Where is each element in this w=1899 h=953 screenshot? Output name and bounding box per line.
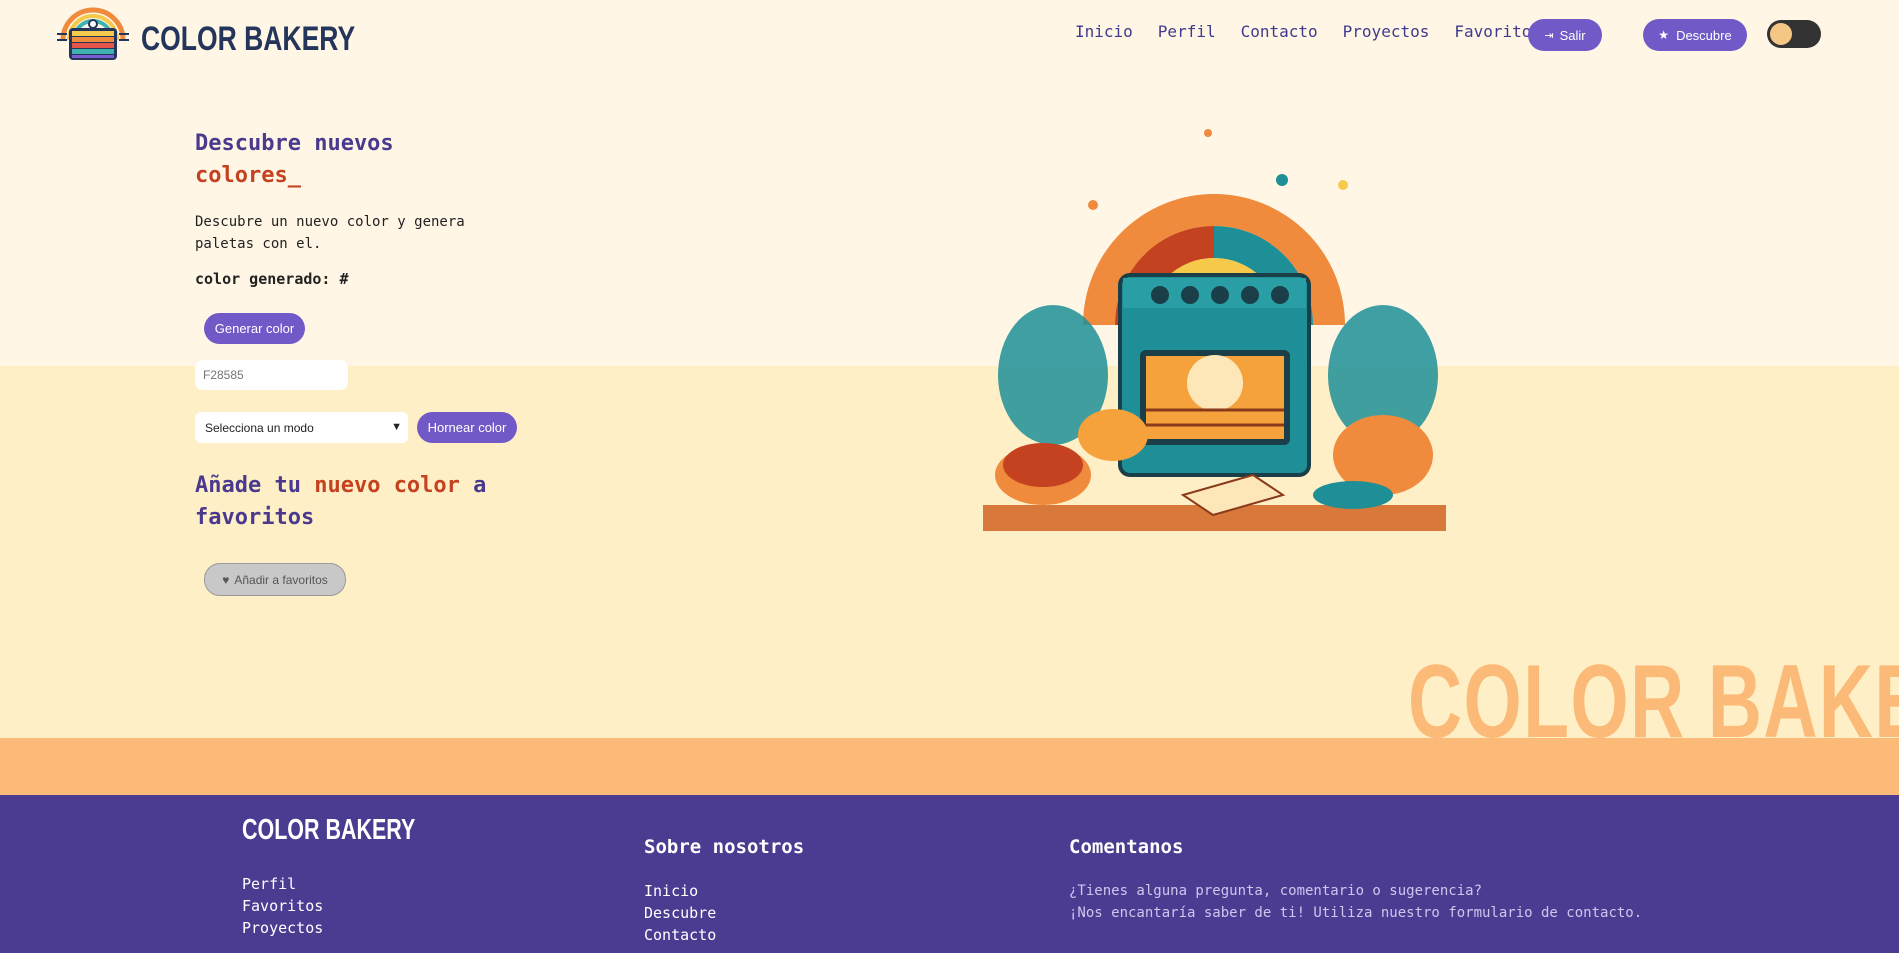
favorites-title-part1: Añade tu — [195, 473, 301, 498]
footer-brand-watermark: COLOR BAKERY — [1408, 644, 1899, 760]
hero-title-part2: colores_ — [195, 163, 301, 188]
footer-about-title: Sobre nosotros — [644, 836, 805, 858]
star-icon: ★ — [1658, 28, 1670, 42]
nav-link-inicio[interactable]: Inicio — [1075, 22, 1133, 41]
sign-out-icon: ⇥ — [1544, 29, 1554, 42]
discover-button[interactable]: ★ Descubre — [1643, 19, 1747, 51]
favorites-title-part2: nuevo color — [314, 473, 460, 498]
bakery-logo-icon — [57, 7, 129, 60]
footer-column-account: Perfil Favoritos Proyectos — [242, 873, 323, 939]
footer-comments-title: Comentanos — [1069, 836, 1184, 858]
main-nav: Inicio Perfil Contacto Proyectos Favorit… — [1075, 22, 1566, 41]
logout-button[interactable]: ⇥ Salir — [1528, 19, 1602, 51]
footer-link-favoritos[interactable]: Favoritos — [242, 895, 323, 917]
footer-column-comments: Comentanos ¿Tienes alguna pregunta, come… — [1069, 836, 1642, 924]
heart-icon: ♥ — [222, 572, 230, 587]
mode-select[interactable]: Selecciona un modo ▼ — [195, 412, 408, 443]
add-to-favorites-label: Añadir a favoritos — [234, 572, 328, 587]
add-to-favorites-button[interactable]: ♥ Añadir a favoritos — [204, 563, 346, 596]
color-hex-input[interactable] — [195, 360, 348, 390]
mode-select-value: Selecciona un modo — [205, 420, 314, 435]
brand-name: COLOR BAKERY — [141, 19, 356, 58]
hero-title: Descubre nuevos colores_ — [195, 128, 495, 192]
hero-description: Descubre un nuevo color y genera paletas… — [195, 214, 465, 252]
brand-logo[interactable]: COLOR BAKERY — [55, 6, 416, 64]
footer-link-proyectos[interactable]: Proyectos — [242, 917, 323, 939]
logout-label: Salir — [1559, 27, 1586, 43]
footer-link-descubre[interactable]: Descubre — [644, 902, 804, 924]
footer-logo[interactable]: COLOR BAKERY — [242, 814, 415, 847]
generate-color-button[interactable]: Generar color — [204, 313, 305, 344]
generated-color-label: color generado: # — [195, 270, 349, 288]
footer-column-about: Sobre nosotros Inicio Descubre Contacto — [644, 836, 804, 946]
footer-comment-line2: ¡Nos encantaría saber de ti! Utiliza nue… — [1069, 905, 1643, 921]
nav-link-contacto[interactable]: Contacto — [1241, 22, 1318, 41]
favorites-title: Añade tu nuevo color a favoritos — [195, 470, 515, 534]
chevron-down-icon: ▼ — [391, 421, 402, 433]
footer-link-perfil[interactable]: Perfil — [242, 873, 323, 895]
footer-link-contacto[interactable]: Contacto — [644, 924, 804, 946]
oven-illustration — [983, 129, 1446, 531]
footer-link-inicio[interactable]: Inicio — [644, 880, 804, 902]
discover-label: Descubre — [1676, 27, 1732, 43]
bake-color-button[interactable]: Hornear color — [417, 412, 517, 443]
nav-link-perfil[interactable]: Perfil — [1158, 22, 1216, 41]
hero-title-part1: Descubre nuevos — [195, 131, 394, 156]
footer-comment-line1: ¿Tienes alguna pregunta, comentario o su… — [1069, 883, 1483, 899]
theme-toggle[interactable] — [1767, 20, 1821, 48]
toggle-knob — [1770, 23, 1792, 45]
nav-link-proyectos[interactable]: Proyectos — [1343, 22, 1430, 41]
